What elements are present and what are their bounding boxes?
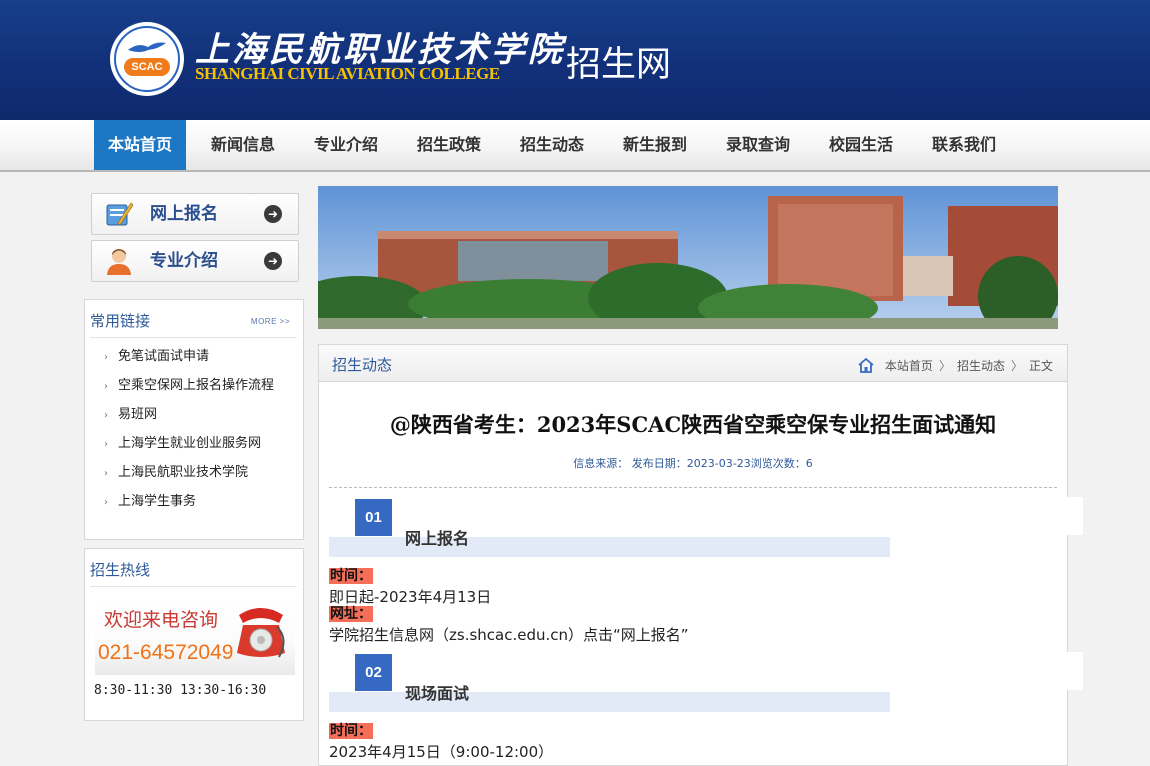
link-item[interactable]: › 上海学生事务: [104, 490, 196, 509]
site-header: SCAC 上海民航职业技术学院 SHANGHAI CIVIL AVIATION …: [0, 0, 1150, 120]
article-title: @陕西省考生：2023年SCAC陕西省空乘空保专业招生面试通知: [389, 412, 997, 437]
time-value: 2023年4月15日（9:00-12:00）: [329, 743, 554, 761]
divider: [329, 487, 1057, 488]
arrow-right-icon: ➜: [264, 252, 282, 270]
links-box-title: 常用链接: [90, 312, 151, 330]
divider: [90, 337, 297, 338]
hotline-box-title: 招生热线: [90, 561, 151, 579]
breadcrumb-admission-news[interactable]: 招生动态: [957, 359, 1005, 373]
link-item[interactable]: › 易班网: [104, 403, 157, 422]
divider: [90, 586, 297, 587]
link-label: 易班网: [118, 407, 158, 422]
major-intro-label: 专业介绍: [150, 251, 218, 271]
nav-item-admission-news[interactable]: 招生动态: [508, 120, 596, 170]
breadcrumb-home[interactable]: 本站首页: [885, 359, 933, 373]
section-title: 网上报名: [405, 529, 470, 548]
hotline-banner: 欢迎来电咨询 021-64572049: [95, 597, 295, 675]
nav-item-policy[interactable]: 招生政策: [405, 120, 493, 170]
time-label: 时间：: [329, 568, 373, 584]
major-intro-button[interactable]: 专业介绍 ➜: [91, 240, 299, 282]
section-band-overflow: [1066, 652, 1083, 690]
college-logo[interactable]: SCAC: [110, 22, 184, 96]
time-value: 即日起-2023年4月13日: [329, 588, 492, 606]
logo-abbr: SCAC: [124, 58, 170, 76]
time-label: 时间：: [329, 723, 373, 739]
chevron-right-icon: ›: [104, 439, 108, 450]
nav-item-majors[interactable]: 专业介绍: [302, 120, 390, 170]
link-label: 空乘空保网上报名操作流程: [118, 378, 275, 393]
section-number: 02: [355, 654, 392, 691]
chevron-right-icon: 〉: [1010, 359, 1023, 373]
link-label: 上海民航职业技术学院: [118, 465, 249, 480]
panel-header: 招生动态 本站首页〉招生动态〉正文: [319, 345, 1067, 382]
article-panel: 招生动态 本站首页〉招生动态〉正文 @陕西省考生：2023年SCAC陕西省空乘空…: [318, 344, 1068, 766]
user-icon: [107, 249, 131, 275]
hotline-hours: 8:30-11:30 13:30-16:30: [94, 683, 267, 698]
address-value: 学院招生信息网（zs.shcac.edu.cn）点击“网上报名”: [329, 626, 689, 644]
link-item[interactable]: › 上海学生就业创业服务网: [104, 432, 261, 451]
section-number: 01: [355, 499, 392, 536]
section-title: 现场面试: [405, 684, 470, 703]
nav-item-registration[interactable]: 新生报到: [611, 120, 699, 170]
address-label: 网址：: [329, 606, 373, 622]
site-name: 招生网: [566, 45, 672, 85]
nav-item-contact[interactable]: 联系我们: [920, 120, 1008, 170]
plane-bird-icon: [128, 42, 166, 52]
breadcrumb: 本站首页〉招生动态〉正文: [857, 357, 1053, 374]
hotline-box: 招生热线 欢迎来电咨询 021-64572049 8:30-11:30 13:3…: [84, 548, 304, 721]
more-link[interactable]: MORE >>: [251, 317, 290, 326]
college-name-en: SHANGHAI CIVIL AVIATION COLLEGE: [195, 64, 500, 83]
hotline-phone: 021-64572049: [98, 641, 234, 664]
main-nav: 本站首页 新闻信息 专业介绍 招生政策 招生动态 新生报到 录取查询 校园生活 …: [0, 120, 1150, 172]
chevron-right-icon: ›: [104, 468, 108, 479]
chevron-right-icon: ›: [104, 497, 108, 508]
chevron-right-icon: ›: [104, 410, 108, 421]
online-apply-label: 网上报名: [150, 204, 218, 224]
pen-form-icon: [106, 202, 134, 226]
chevron-right-icon: 〉: [938, 359, 951, 373]
link-item[interactable]: › 免笔试面试申请: [104, 345, 209, 364]
link-label: 免笔试面试申请: [118, 349, 210, 364]
section-band-overflow: [1066, 497, 1083, 535]
telephone-icon: [237, 608, 285, 658]
links-box: 常用链接 MORE >> › 免笔试面试申请 › 空乘空保网上报名操作流程 › 易班网…: [84, 299, 304, 540]
nav-item-news[interactable]: 新闻信息: [199, 120, 287, 170]
arrow-right-icon: ➜: [264, 205, 282, 223]
chevron-right-icon: ›: [104, 381, 108, 392]
online-apply-button[interactable]: 网上报名 ➜: [91, 193, 299, 235]
article-meta: 信息来源： 发布日期：2023-03-23浏览次数：6: [573, 457, 813, 470]
campus-banner-image: [318, 186, 1058, 329]
home-icon: [858, 357, 874, 373]
chevron-right-icon: ›: [104, 352, 108, 363]
panel-title: 招生动态: [332, 356, 393, 374]
breadcrumb-current: 正文: [1028, 359, 1053, 373]
link-label: 上海学生事务: [118, 494, 197, 509]
link-item[interactable]: › 上海民航职业技术学院: [104, 461, 248, 480]
nav-item-results[interactable]: 录取查询: [714, 120, 802, 170]
link-label: 上海学生就业创业服务网: [118, 436, 262, 451]
hotline-welcome: 欢迎来电咨询: [104, 609, 219, 631]
nav-item-campus-life[interactable]: 校园生活: [817, 120, 905, 170]
nav-item-home[interactable]: 本站首页: [94, 120, 186, 170]
link-item[interactable]: › 空乘空保网上报名操作流程: [104, 374, 274, 393]
